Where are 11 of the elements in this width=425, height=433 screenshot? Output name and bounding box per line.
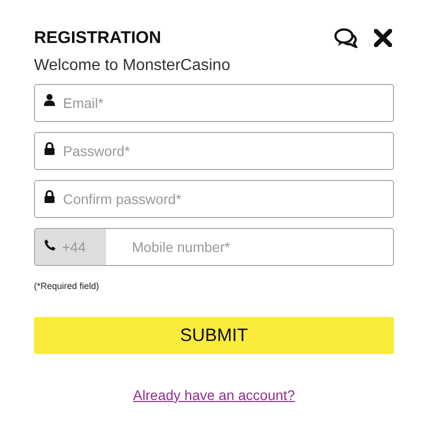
email-field[interactable]: Email* — [34, 84, 394, 122]
welcome-text: Welcome to MonsterCasino — [34, 57, 232, 75]
country-code: +44 — [62, 239, 86, 255]
close-icon[interactable] — [374, 29, 392, 47]
chat-icon[interactable] — [334, 28, 358, 48]
form-title: REGISTRATION — [34, 28, 162, 48]
submit-button[interactable]: SUBMIT — [34, 317, 394, 354]
password-field[interactable]: Password* — [34, 132, 394, 170]
password-field[interactable]: Confirm password* — [34, 180, 394, 218]
login-link[interactable]: Already have an account? — [133, 387, 295, 403]
required-note: (*Required field) — [34, 281, 100, 291]
